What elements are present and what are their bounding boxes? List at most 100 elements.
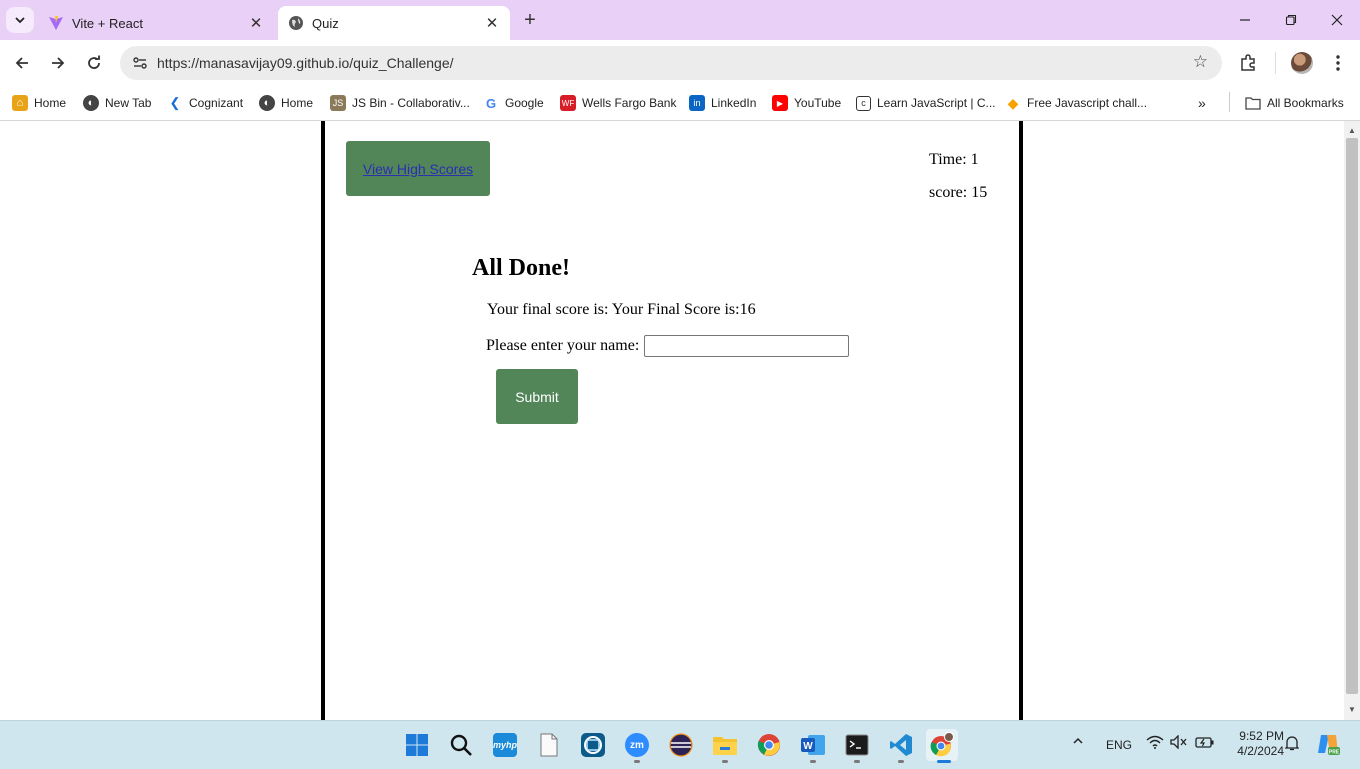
all-bookmarks-button[interactable]: All Bookmarks [1245, 92, 1344, 114]
bookmark-label: YouTube [794, 96, 842, 110]
browser-menu-button[interactable] [1325, 50, 1351, 76]
bookmark-cognizant[interactable]: ❮ Cognizant [167, 92, 244, 114]
taskbar-file-explorer[interactable] [709, 729, 741, 761]
view-high-scores-link[interactable]: View High Scores [363, 161, 473, 177]
bookmark-label: Google [505, 96, 544, 110]
restore-button[interactable] [1268, 0, 1314, 40]
profile-avatar[interactable] [1291, 52, 1313, 74]
language-indicator[interactable]: ENG [1106, 738, 1132, 752]
tray-overflow-button[interactable] [1072, 735, 1084, 747]
chrome-icon [757, 734, 780, 756]
bookmark-wells-fargo[interactable]: WF Wells Fargo Bank [560, 92, 676, 114]
globe-icon: ◐ [259, 95, 275, 111]
file-explorer-icon [713, 737, 737, 755]
arrow-right-icon [52, 57, 65, 69]
globe-icon [288, 15, 304, 31]
chevron-down-icon [15, 17, 25, 24]
taskbar-chrome[interactable] [753, 729, 785, 761]
close-icon[interactable]: ✕ [246, 13, 266, 33]
bookmark-label: Cognizant [189, 96, 244, 110]
bookmark-youtube[interactable]: ▶ YouTube [772, 92, 841, 114]
page-scrollbar[interactable]: ▲ ▼ [1344, 121, 1360, 720]
taskbar-notepad[interactable] [533, 729, 565, 761]
tab-vite-react[interactable]: Vite + React ✕ [38, 6, 274, 40]
notepad-icon [540, 733, 558, 757]
copilot-button[interactable]: PRE [1316, 733, 1340, 755]
battery-button[interactable] [1195, 735, 1215, 749]
reload-button[interactable] [81, 50, 107, 76]
name-row: Please enter your name: [486, 335, 850, 357]
taskbar-zoom[interactable]: zm [621, 729, 653, 761]
clock[interactable]: 9:52 PM 4/2/2024 [1226, 729, 1284, 759]
submit-button[interactable]: Submit [496, 369, 578, 424]
page-title: All Done! [472, 255, 570, 281]
tab-quiz[interactable]: Quiz ✕ [278, 6, 510, 40]
address-bar[interactable]: https://manasavijay09.github.io/quiz_Cha… [120, 46, 1222, 80]
running-indicator [898, 760, 904, 763]
taskbar-chrome-profile[interactable] [926, 729, 958, 761]
windows-start-icon [406, 734, 428, 756]
bookmark-google[interactable]: G Google [483, 92, 544, 114]
terminal-icon [845, 734, 869, 756]
tab-strip: Vite + React ✕ Quiz ✕ + [0, 0, 1360, 40]
page-viewport: View High Scores Time: 1 score: 15 All D… [0, 121, 1344, 720]
bookmark-new-tab[interactable]: ◐ New Tab [83, 92, 151, 114]
bookmarks-bar: ⌂ Home ◐ New Tab ❮ Cognizant ◐ Home JS J… [0, 86, 1360, 121]
bookmarks-overflow-button[interactable]: » [1198, 92, 1206, 114]
final-score-text: Your final score is: Your Final Score is… [487, 301, 756, 318]
scroll-thumb[interactable] [1346, 138, 1358, 694]
taskbar-word[interactable]: W [797, 729, 829, 761]
url-text[interactable]: https://manasavijay09.github.io/quiz_Cha… [157, 55, 454, 71]
bookmark-home-2[interactable]: ◐ Home [259, 92, 313, 114]
bookmark-linkedin[interactable]: in LinkedIn [689, 92, 756, 114]
bookmark-label: All Bookmarks [1267, 96, 1344, 110]
minimize-button[interactable] [1222, 0, 1268, 40]
bookmark-label: Home [281, 96, 314, 110]
scroll-up-arrow-icon[interactable]: ▲ [1344, 123, 1360, 137]
volume-button[interactable] [1170, 735, 1188, 749]
name-input[interactable] [644, 335, 850, 357]
back-button[interactable] [9, 50, 35, 76]
taskbar-eclipse[interactable] [665, 729, 697, 761]
bookmark-free-javascript[interactable]: ◆ Free Javascript chall... [1005, 92, 1147, 114]
network-button[interactable] [1146, 735, 1164, 749]
diamond-icon: ◆ [1007, 94, 1019, 111]
taskbar-app-frame[interactable] [577, 729, 609, 761]
site-info-icon[interactable] [128, 51, 152, 75]
battery-charging-icon [1195, 737, 1214, 748]
high-scores-button[interactable]: View High Scores [346, 141, 490, 196]
bookmark-learn-javascript[interactable]: c Learn JavaScript | C... [856, 92, 996, 114]
taskbar-vscode[interactable] [885, 729, 917, 761]
start-button[interactable] [401, 729, 433, 761]
score: score: 15 [929, 184, 988, 201]
timer: Time: 1 [929, 151, 979, 168]
taskbar-terminal[interactable] [841, 729, 873, 761]
new-tab-button[interactable]: + [518, 9, 542, 31]
vscode-icon [890, 734, 912, 756]
bookmarks-divider [1229, 92, 1230, 112]
bookmark-jsbin[interactable]: JS JS Bin - Collaborativ... [330, 92, 470, 114]
extensions-button[interactable] [1235, 50, 1261, 76]
notifications-button[interactable] [1285, 735, 1299, 751]
close-icon[interactable]: ✕ [482, 13, 502, 33]
minimize-icon [1240, 19, 1250, 21]
copilot-icon: PRE [1318, 735, 1340, 756]
search-icon [450, 734, 472, 756]
scroll-down-arrow-icon[interactable]: ▼ [1344, 702, 1360, 716]
double-chevron-right-icon: » [1198, 95, 1206, 111]
bookmark-home[interactable]: ⌂ Home [12, 92, 66, 114]
forward-button[interactable] [45, 50, 71, 76]
home-icon: ⌂ [12, 95, 28, 111]
taskbar-myhp[interactable]: myhp [489, 729, 521, 761]
clock-time: 9:52 PM [1239, 729, 1284, 743]
window-close-button[interactable] [1314, 0, 1360, 40]
tab-search-button[interactable] [6, 7, 34, 33]
restore-icon [1285, 14, 1297, 26]
bookmark-star-icon[interactable]: ☆ [1193, 52, 1208, 72]
linkedin-icon: in [689, 95, 705, 111]
google-icon: G [485, 95, 497, 111]
svg-text:PRE: PRE [1329, 750, 1340, 756]
svg-text:W: W [803, 741, 813, 752]
taskbar-search-button[interactable] [445, 729, 477, 761]
bookmark-label: LinkedIn [711, 96, 757, 110]
